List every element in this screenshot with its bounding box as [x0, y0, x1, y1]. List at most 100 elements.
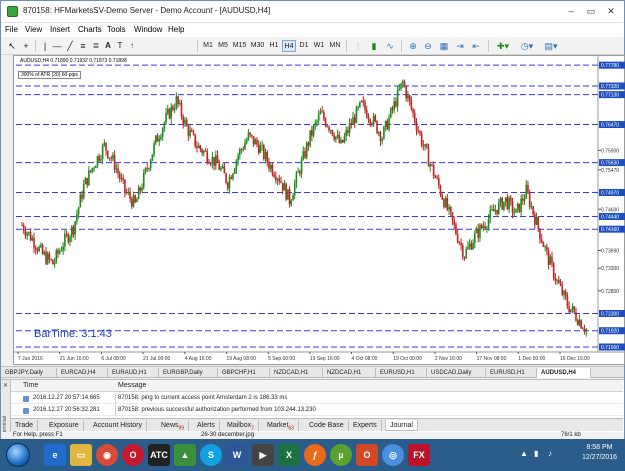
- tf-mn-button[interactable]: MN: [327, 40, 343, 52]
- toolbar-separator: [346, 40, 347, 52]
- fibonacci-icon[interactable]: ≣: [90, 40, 102, 52]
- tray-arrow-icon[interactable]: ▲: [520, 449, 528, 458]
- opera-icon[interactable]: O: [122, 444, 144, 466]
- chart-shift-icon[interactable]: ⇤: [469, 40, 483, 52]
- chart-tab-eurgbp[interactable]: EURGBP,Daily: [159, 368, 218, 378]
- log-row[interactable]: 2016.12.27 20:57:14.665 870158: ping to …: [11, 393, 623, 404]
- chrome-2-icon[interactable]: ◎: [382, 444, 404, 466]
- zoom-out-icon[interactable]: ⊖: [421, 40, 435, 52]
- tf-h1-button[interactable]: H1: [267, 40, 281, 52]
- tile-windows-icon[interactable]: ▦: [437, 40, 451, 52]
- tab-account-history[interactable]: Account History: [89, 420, 148, 431]
- menu-window[interactable]: Window: [134, 25, 162, 34]
- close-icon[interactable]: ✕: [3, 382, 8, 389]
- trendline-icon[interactable]: ╱: [64, 40, 76, 52]
- skype-icon[interactable]: S: [200, 444, 222, 466]
- chart-tab-gbpchf[interactable]: GBPCHF,H1: [218, 368, 270, 378]
- candle-body: [142, 172, 145, 188]
- tf-h4-button[interactable]: H4: [282, 40, 296, 52]
- clock[interactable]: 8:58 PM 12/27/2016: [582, 443, 617, 463]
- chart-canvas[interactable]: 0.77780 0.77320 0.77130 0.76470 0.75900 0.756…: [14, 56, 625, 366]
- tf-m30-button[interactable]: M30: [249, 40, 266, 52]
- menu-charts[interactable]: Charts: [78, 25, 102, 34]
- log-row[interactable]: 2016.12.27 20:56:32.281 870158: previous…: [11, 405, 623, 416]
- horizontal-line-icon[interactable]: —: [51, 40, 63, 52]
- channel-icon[interactable]: ≡: [77, 40, 89, 52]
- templates-icon[interactable]: ▤▾: [541, 40, 561, 52]
- candle-body: [403, 81, 406, 87]
- periods-icon[interactable]: ◷▾: [517, 40, 537, 52]
- minimize-button[interactable]: –: [563, 5, 579, 17]
- mt4-icon[interactable]: ▲: [174, 444, 196, 466]
- utorrent-icon[interactable]: µ: [330, 444, 352, 466]
- word-icon[interactable]: W: [226, 444, 248, 466]
- candle-body: [112, 155, 114, 159]
- tab-alerts[interactable]: Alerts: [193, 420, 220, 431]
- tab-news[interactable]: News99: [157, 420, 190, 431]
- menu-insert[interactable]: Insert: [50, 25, 70, 34]
- tf-m5-button[interactable]: M5: [216, 40, 230, 52]
- price-tick-label: 0.75470: [601, 168, 619, 174]
- folder-icon[interactable]: ▭: [70, 444, 92, 466]
- tab-code-base[interactable]: Code Base: [305, 420, 349, 431]
- cursor-icon[interactable]: ↖: [5, 40, 19, 52]
- autoscroll-icon[interactable]: ⇥: [453, 40, 467, 52]
- tab-journal[interactable]: Journal: [385, 420, 418, 431]
- tab-experts[interactable]: Experts: [349, 420, 382, 431]
- log-header-message[interactable]: Message: [118, 382, 146, 389]
- tab-exposure[interactable]: Exposure: [45, 420, 84, 431]
- date-tick-label: 1 Dec 00:00: [518, 356, 545, 362]
- office-icon[interactable]: O: [356, 444, 378, 466]
- line-chart-icon[interactable]: ∿: [383, 40, 397, 52]
- chart-tab-eurcad[interactable]: EURCAD,H4: [57, 368, 108, 378]
- chart-tab-gbpjpy[interactable]: GBPJPY,Daily: [1, 368, 57, 378]
- chart-tab-nzdcad-2[interactable]: NZDCAD,H1: [323, 368, 376, 378]
- close-button[interactable]: ✕: [603, 5, 619, 17]
- chart-tab-eurusd-1[interactable]: EURUSD,H1: [376, 368, 427, 378]
- menu-help[interactable]: Help: [168, 25, 184, 34]
- media-icon[interactable]: ▶: [252, 444, 274, 466]
- chart-tab-usdcad[interactable]: USDCAD,Daily: [427, 368, 486, 378]
- volume-icon[interactable]: ♪: [548, 449, 552, 458]
- excel-icon[interactable]: X: [278, 444, 300, 466]
- tab-mailbox[interactable]: Mailbox7: [223, 420, 259, 431]
- chart-tab-eurusd-2[interactable]: EURUSD,H1: [486, 368, 537, 378]
- chart-tab-euraud[interactable]: EURAUD,H1: [108, 368, 159, 378]
- atc-icon[interactable]: ATC: [148, 444, 170, 466]
- candlestick-icon[interactable]: ▮: [367, 40, 381, 52]
- price-chart[interactable]: 0.77780 0.77320 0.77130 0.76470 0.75900 0.756…: [13, 55, 625, 365]
- tf-w1-button[interactable]: W1: [312, 40, 326, 52]
- vertical-line-icon[interactable]: |: [39, 40, 51, 52]
- menu-tools[interactable]: Tools: [107, 25, 126, 34]
- network-icon[interactable]: ▮: [534, 449, 538, 458]
- tf-m1-button[interactable]: M1: [201, 40, 215, 52]
- candle-body: [461, 245, 464, 258]
- bar-chart-icon[interactable]: ⫶: [351, 40, 365, 52]
- candle-body: [312, 125, 315, 136]
- tf-m15-button[interactable]: M15: [231, 40, 248, 52]
- start-button[interactable]: [6, 443, 30, 467]
- fxpro-icon[interactable]: FX: [408, 444, 430, 466]
- menu-view[interactable]: View: [25, 25, 42, 34]
- tf-d1-button[interactable]: D1: [297, 40, 311, 52]
- candle-body: [132, 195, 135, 207]
- maximize-button[interactable]: ▭: [583, 5, 599, 17]
- firefox-icon[interactable]: ƒ: [304, 444, 326, 466]
- chart-tab-nzdcad-1[interactable]: NZDCAD,H1: [270, 368, 323, 378]
- candle-body: [285, 183, 287, 200]
- menu-file[interactable]: File: [5, 25, 18, 34]
- chart-tab-audusd[interactable]: AUDUSD,H4: [537, 368, 591, 378]
- tab-market[interactable]: Market63: [263, 420, 299, 431]
- chrome-icon[interactable]: ◉: [96, 444, 118, 466]
- indicators-icon[interactable]: ✚▾: [493, 40, 513, 52]
- label-tool-icon[interactable]: T: [115, 40, 125, 52]
- candle-body: [125, 192, 128, 193]
- arrow-tool-icon[interactable]: ↑: [127, 40, 137, 52]
- log-header-time[interactable]: Time: [23, 382, 38, 389]
- ie-icon[interactable]: e: [44, 444, 66, 466]
- crosshair-icon[interactable]: +: [19, 40, 33, 52]
- zoom-in-icon[interactable]: ⊕: [406, 40, 420, 52]
- text-tool-icon[interactable]: A: [103, 40, 113, 52]
- candle-body: [532, 206, 534, 215]
- tab-trade[interactable]: Trade: [11, 420, 39, 431]
